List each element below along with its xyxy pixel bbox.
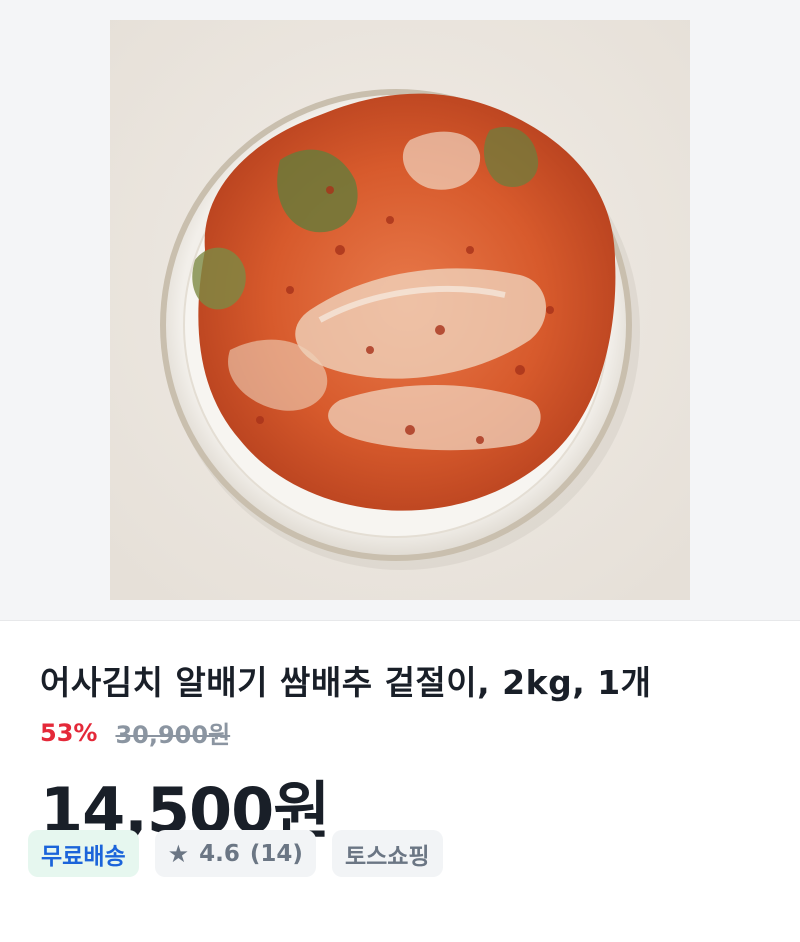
product-photo[interactable] (110, 20, 690, 600)
review-count: (14) (249, 840, 303, 867)
store-label: 토스쇼핑 (344, 843, 430, 870)
product-title: 어사김치 알배기 쌈배추 겉절이, 2kg, 1개 (40, 663, 652, 702)
free-shipping-label: 무료배송 (41, 843, 126, 870)
discount-rate: 53% (40, 718, 98, 747)
star-icon: ★ (167, 839, 190, 868)
badge-row: 무료배송 ★ 4.6 (14) 토스쇼핑 (28, 830, 443, 877)
divider (0, 620, 800, 621)
original-price: 30,900원 (115, 721, 231, 749)
discount-row: 53% 30,900원 (40, 715, 230, 750)
rating-value: 4.6 (199, 840, 240, 867)
free-shipping-badge: 무료배송 (28, 830, 139, 877)
kimchi-plate-image (110, 20, 690, 600)
rating-badge[interactable]: ★ 4.6 (14) (154, 830, 316, 877)
store-badge[interactable]: 토스쇼핑 (331, 830, 443, 877)
product-image-area (0, 0, 800, 620)
